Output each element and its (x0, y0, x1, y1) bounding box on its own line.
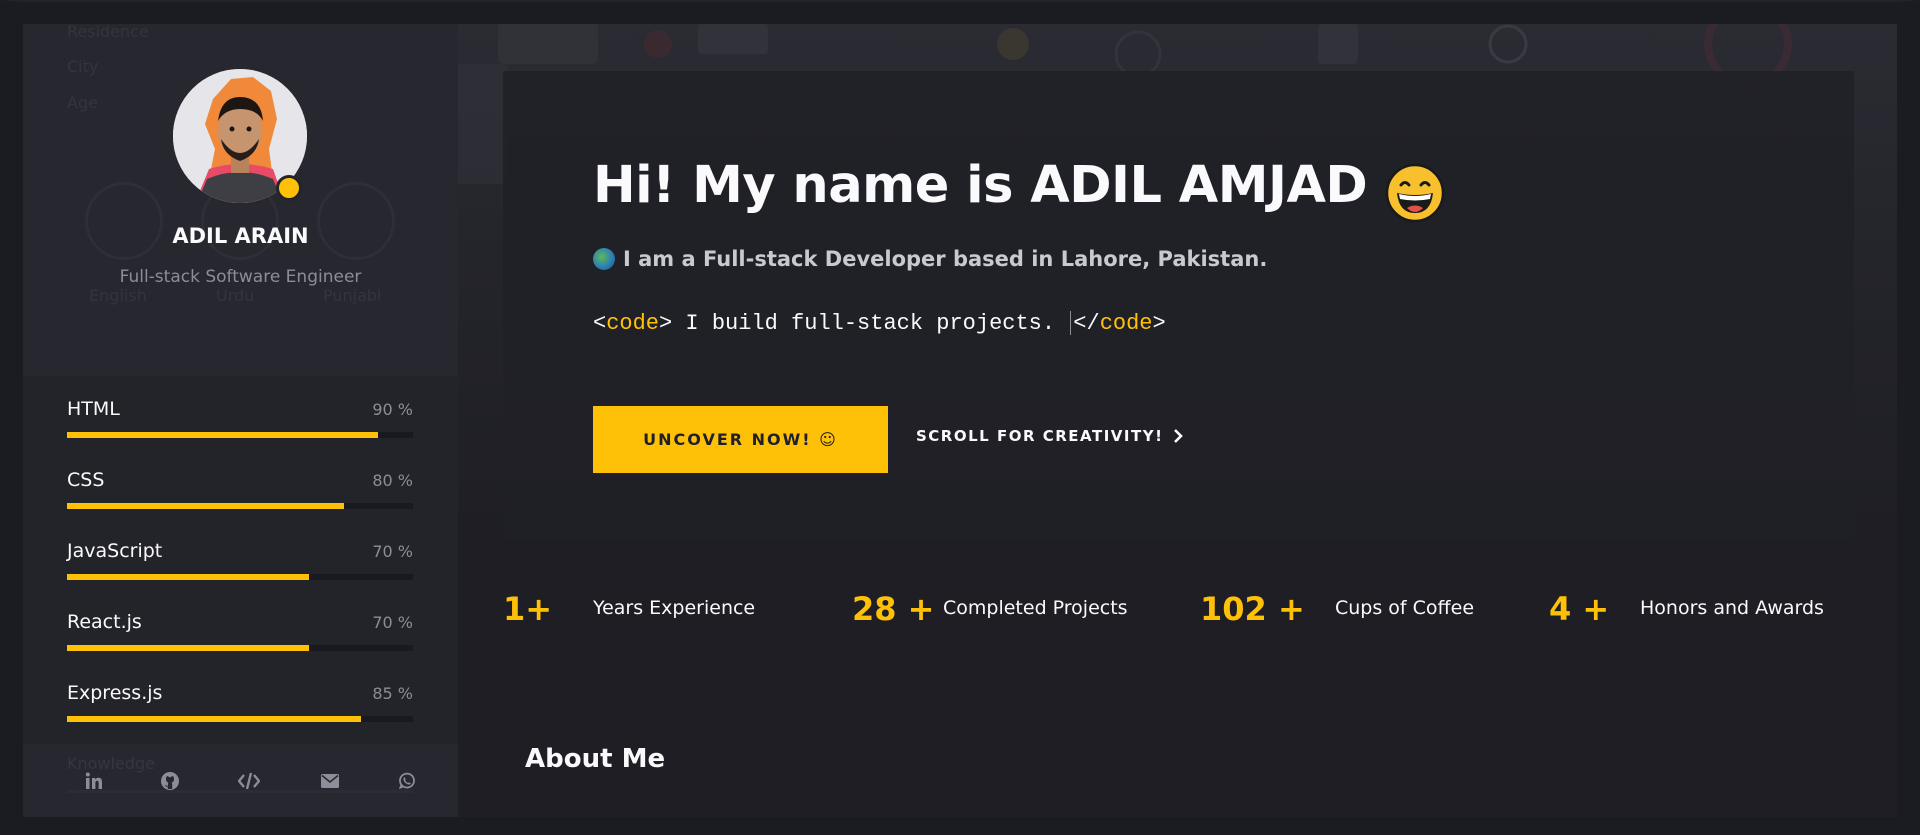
profile-role: Full-stack Software Engineer (119, 267, 362, 287)
ghost-language-english: English (89, 286, 147, 305)
ghost-section-knowledge: Knowledge (67, 754, 155, 773)
skill-progress-fill (67, 574, 310, 580)
skill-progress-track (67, 645, 413, 651)
skill-percent: 80 % (372, 471, 413, 490)
social-links-bar: Knowledge (23, 744, 458, 817)
hero-subtitle-text: I am a Full-stack Developer based in Lah… (623, 247, 1268, 271)
grinning-face-icon (1385, 163, 1445, 223)
globe-icon (593, 248, 615, 270)
skill-item-css: CSS 80 % (67, 469, 413, 540)
stat-number: 28 + (852, 590, 935, 628)
skill-item-html: HTML 90 % (67, 398, 413, 469)
whatsapp-icon[interactable] (396, 770, 418, 792)
stat-item-experience: 1+ (503, 584, 552, 634)
skill-item-javascript: JavaScript 70 % (67, 540, 413, 611)
skill-progress-fill (67, 716, 362, 722)
code-open-prefix: < (593, 311, 607, 336)
stat-item-coffee: 102 + (1200, 584, 1305, 634)
stat-label: Years Experience (593, 597, 756, 619)
hero-subtitle: I am a Full-stack Developer based in Lah… (593, 247, 1267, 271)
skill-progress-track (67, 432, 413, 438)
scroll-for-creativity-link[interactable]: SCROLL FOR CREATIVITY! (916, 427, 1184, 445)
skill-progress-fill (67, 503, 344, 509)
skill-progress-track (67, 503, 413, 509)
code-open-suffix: > (659, 311, 673, 336)
stat-number: 1+ (503, 590, 553, 628)
stat-item-projects: 28 + (852, 584, 934, 634)
main-content: Hi! My name is ADIL AMJAD I am a Full-st… (458, 24, 1897, 817)
skill-name: HTML (67, 398, 120, 420)
ghost-language-urdu: Urdu (216, 286, 255, 305)
skill-percent: 90 % (372, 400, 413, 419)
skill-progress-track (67, 716, 413, 722)
code-close-prefix: </ (1073, 311, 1100, 336)
stats-row: 1+ Years Experience 28 + Completed Proje… (503, 584, 1854, 634)
github-icon[interactable] (159, 770, 181, 792)
skill-item-reactjs: React.js 70 % (67, 611, 413, 682)
about-me-heading: About Me (525, 744, 666, 774)
code-close-suffix: > (1152, 311, 1166, 336)
code-open-tag: code (606, 311, 660, 336)
hero-title: Hi! My name is ADIL AMJAD (593, 156, 1368, 215)
skill-progress-fill (67, 645, 310, 651)
code-icon[interactable] (238, 770, 260, 792)
linkedin-icon[interactable] (83, 770, 105, 792)
profile-card: Residence City Age English Urdu Punjabi (23, 24, 458, 376)
stat-label: Honors and Awards (1640, 597, 1824, 619)
skills-list: HTML 90 % CSS 80 % JavaScript 70 % React… (67, 398, 413, 753)
skill-percent: 85 % (372, 684, 413, 703)
skill-percent: 70 % (372, 542, 413, 561)
skill-name: CSS (67, 469, 105, 491)
stat-number: 4 + (1549, 590, 1610, 628)
skill-percent: 70 % (372, 613, 413, 632)
skill-name: Express.js (67, 682, 163, 704)
stat-label: Completed Projects (943, 597, 1128, 619)
scroll-link-label: SCROLL FOR CREATIVITY! (916, 427, 1164, 445)
code-close-tag: code (1099, 311, 1153, 336)
skill-name: JavaScript (67, 540, 163, 562)
skill-name: React.js (67, 611, 142, 633)
ghost-label-residence: Residence (67, 24, 149, 41)
skill-progress-track (67, 574, 413, 580)
ghost-language-punjabi: Punjabi (323, 286, 382, 305)
uncover-now-button[interactable]: UNCOVER NOW! ☺ (593, 406, 888, 473)
online-status-dot (276, 175, 302, 201)
chevron-right-icon (1174, 429, 1184, 443)
ghost-label-city: City (67, 57, 99, 76)
skill-item-expressjs: Express.js 85 % (67, 682, 413, 753)
envelope-icon[interactable] (319, 770, 341, 792)
stat-label: Cups of Coffee (1335, 597, 1475, 619)
language-ring (85, 182, 163, 260)
typing-cursor (1070, 311, 1072, 336)
hero-card: Hi! My name is ADIL AMJAD I am a Full-st… (503, 71, 1854, 540)
stat-number: 102 + (1200, 590, 1305, 628)
sidebar: Residence City Age English Urdu Punjabi (23, 24, 458, 817)
skill-progress-fill (67, 432, 379, 438)
language-ring (317, 182, 395, 260)
stat-item-awards: 4 + (1549, 584, 1609, 634)
typewriter-code: <code> I build full-stack projects. </co… (593, 311, 1166, 336)
ghost-label-age: Age (67, 93, 98, 112)
profile-name: ADIL ARAIN (172, 224, 309, 248)
code-text: I build full-stack projects. (672, 311, 1069, 336)
